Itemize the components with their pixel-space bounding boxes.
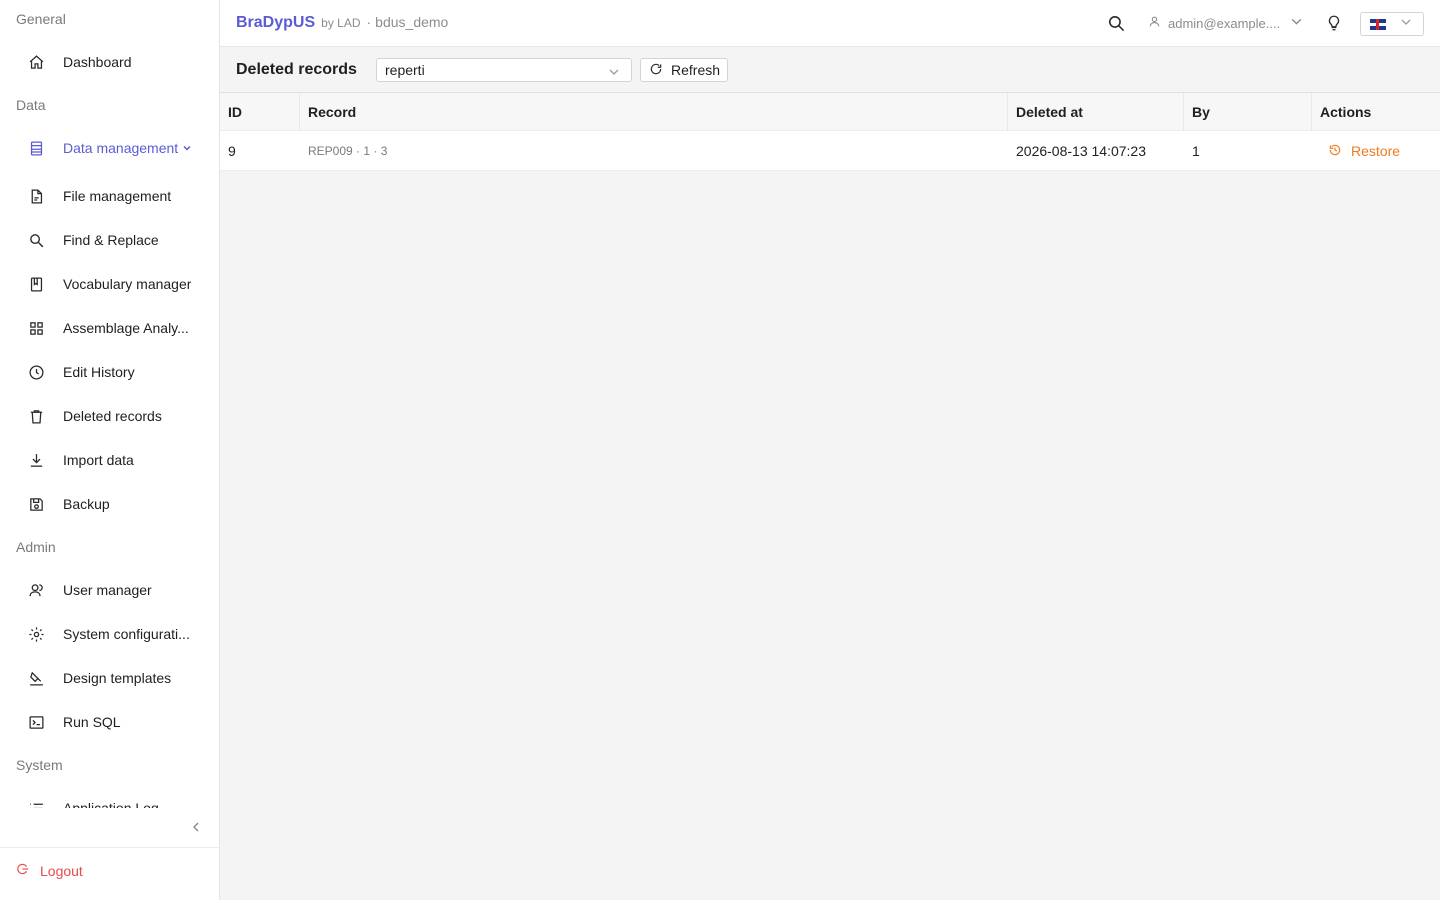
top-header: BraDypUS by LAD · bdus_demo admin@exampl… [220,0,1440,47]
sidebar-item-label: System configurati... [63,626,190,642]
sidebar-item-dashboard[interactable]: Dashboard [0,42,219,82]
column-header-actions: Actions [1320,104,1372,120]
grid-icon [26,318,46,338]
sidebar-item-user-manager[interactable]: User manager [0,570,219,610]
logout-icon [16,862,40,879]
table-select-value: reperti [385,62,425,78]
table-select[interactable]: reperti [376,58,632,82]
sidebar-item-label: Deleted records [63,408,162,424]
sidebar-item-backup[interactable]: Backup [0,484,219,524]
sidebar-item-label: Dashboard [63,54,132,70]
trash-icon [26,406,46,426]
brand-separator: · [366,14,372,30]
sidebar-item-run-sql[interactable]: Run SQL [0,702,219,742]
save-icon [26,494,46,514]
page-toolbar: Deleted records reperti Refresh [220,47,1440,93]
column-header-by: By [1184,93,1312,131]
cell-id: 9 [228,143,236,159]
restore-button[interactable]: Restore [1320,143,1400,160]
sidebar-item-label: File management [63,188,172,204]
table-header: ID Record Deleted at By Actions [220,93,1440,131]
sidebar-item-design-templates[interactable]: Design templates [0,658,219,698]
user-icon [1148,15,1168,31]
sidebar-item-label: Import data [63,452,134,468]
sidebar: General Dashboard Data Data management F… [0,0,220,900]
chevron-down-icon [1400,15,1412,33]
sidebar-item-assemblage[interactable]: Assemblage Analy... [0,308,219,348]
sidebar-item-label: User manager [63,582,152,598]
sidebar-collapse-bar [0,808,219,848]
restore-icon [1328,143,1351,160]
logout-button[interactable]: Logout [16,862,83,879]
cell-record: REP009 · 1 · 3 [308,144,388,158]
chevron-down-icon [182,143,192,153]
sidebar-item-edit-history[interactable]: Edit History [0,352,219,392]
sidebar-item-application-log[interactable]: Application Log [0,788,219,808]
sidebar-item-import-data[interactable]: Import data [0,440,219,480]
refresh-button[interactable]: Refresh [640,58,728,82]
list-icon [26,798,46,808]
sidebar-item-file-management[interactable]: File management [0,176,219,216]
database-name: bdus_demo [375,14,449,30]
sidebar-item-data-management[interactable]: Data management [0,128,219,168]
language-select[interactable] [1360,12,1424,36]
logout-label: Logout [40,862,83,879]
sidebar-item-label: Edit History [63,364,135,380]
user-email: admin@example.... [1168,15,1281,31]
download-icon [26,450,46,470]
user-menu[interactable]: admin@example.... [1148,15,1310,31]
group-label-general: General [16,11,66,27]
sidebar-item-label: Vocabulary manager [63,276,192,292]
sidebar-item-deleted-records[interactable]: Deleted records [0,396,219,436]
sidebar-item-find-replace[interactable]: Find & Replace [0,220,219,260]
column-header-record: Record [300,93,1008,131]
cell-by: 1 [1192,143,1200,159]
group-label-system: System [16,757,63,773]
lightbulb-icon[interactable] [1325,13,1343,38]
column-header-id: ID [220,93,300,131]
table-row: 9 REP009 · 1 · 3 2026-08-13 14:07:23 1 R… [220,131,1440,171]
sidebar-item-vocabulary[interactable]: Vocabulary manager [0,264,219,304]
cell-deleted-at: 2026-08-13 14:07:23 [1016,143,1146,159]
uk-flag-icon [1370,18,1386,30]
history-icon [26,362,46,382]
sidebar-item-label: Find & Replace [63,232,159,248]
sidebar-menu: General Dashboard Data Data management F… [0,0,219,808]
column-header-deleted-at: Deleted at [1008,93,1184,131]
search-icon[interactable] [1107,14,1126,38]
database-icon [26,138,46,158]
group-label-admin: Admin [16,539,56,555]
restore-label: Restore [1351,143,1401,159]
page-title: Deleted records [236,61,357,78]
sidebar-item-system-config[interactable]: System configurati... [0,614,219,654]
cell-actions: Restore [1312,131,1440,171]
sidebar-item-label: Run SQL [63,714,121,730]
sidebar-item-label: Assemblage Analy... [63,320,189,336]
app-name[interactable]: BraDypUS [236,14,315,32]
sidebar-item-label: Design templates [63,670,172,686]
search-icon [26,230,46,250]
brand: BraDypUS by LAD · bdus_demo [236,14,448,32]
book-icon [26,274,46,294]
chevron-down-icon [1290,15,1310,31]
terminal-icon [26,712,46,732]
group-label-data: Data [16,97,46,113]
chevron-left-icon[interactable] [190,820,202,838]
refresh-label: Refresh [671,62,721,78]
gear-icon [26,624,46,644]
sidebar-item-label: Application Log [63,800,159,808]
deleted-records-table: ID Record Deleted at By Actions 9 REP009… [220,93,1440,171]
users-icon [26,580,46,600]
sidebar-item-label: Data management [63,140,179,156]
sidebar-item-label: Backup [63,496,110,512]
home-icon [26,52,46,72]
file-icon [26,186,46,206]
app-by: by LAD [321,16,361,30]
chevron-down-icon [608,65,620,81]
refresh-icon [649,62,671,79]
brush-icon [26,668,46,688]
